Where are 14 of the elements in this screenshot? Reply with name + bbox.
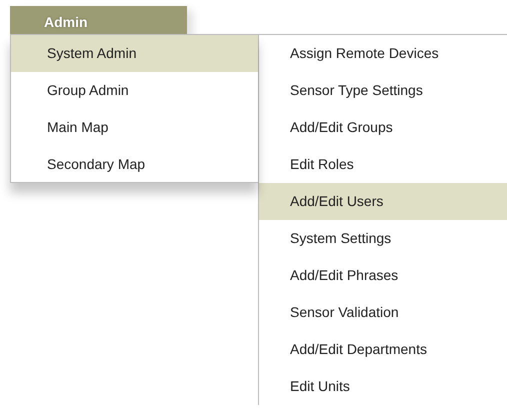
submenu-item[interactable]: Sensor Validation (259, 294, 507, 331)
menu-item[interactable]: Group Admin (11, 72, 258, 109)
submenu-item[interactable]: Add/Edit Users (259, 183, 507, 220)
menu-item[interactable]: System Admin (11, 35, 258, 72)
submenu-item[interactable]: Edit Roles (259, 146, 507, 183)
menu-item[interactable]: Main Map (11, 109, 258, 146)
submenu-item[interactable]: Add/Edit Departments (259, 331, 507, 368)
submenu-item[interactable]: Sensor Type Settings (259, 72, 507, 109)
submenu-item[interactable]: Edit Units (259, 368, 507, 405)
submenu-item[interactable]: Assign Remote Devices (259, 35, 507, 72)
menu-item[interactable]: Secondary Map (11, 146, 258, 183)
submenu-item[interactable]: System Settings (259, 220, 507, 257)
submenu-item[interactable]: Add/Edit Phrases (259, 257, 507, 294)
submenu-item[interactable]: Add/Edit Groups (259, 109, 507, 146)
